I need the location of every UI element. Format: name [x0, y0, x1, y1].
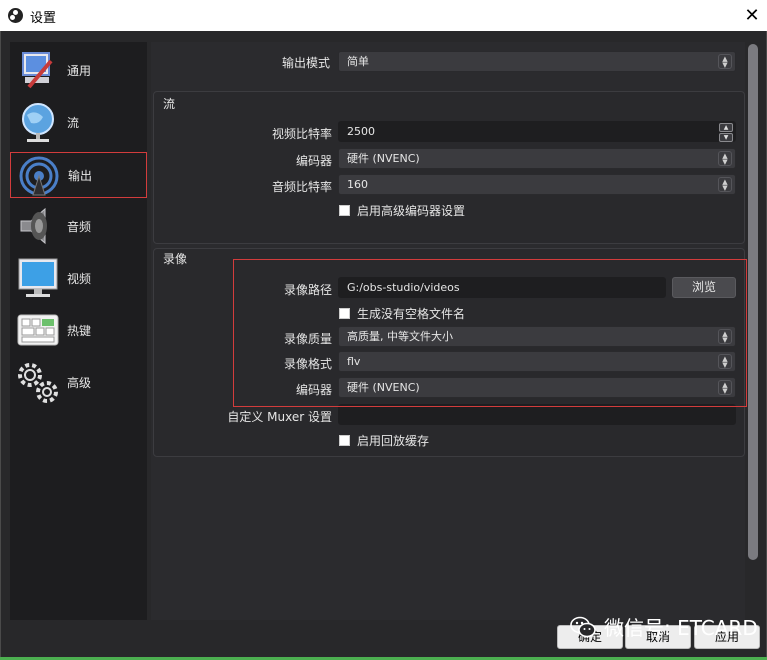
- window-title: 设置: [30, 11, 57, 26]
- video-bitrate-value: 2500: [347, 125, 375, 138]
- ok-button[interactable]: 确定: [557, 625, 623, 649]
- sidebar-item-audio[interactable]: 音频: [10, 203, 147, 249]
- chevron-updown-icon: ▲ ▼: [718, 177, 732, 192]
- recording-format-value: flv: [347, 355, 361, 368]
- recording-encoder-label: 编码器: [295, 383, 332, 397]
- stream-encoder-value: 硬件 (NVENC): [347, 152, 420, 165]
- checkbox-box[interactable]: [339, 308, 350, 319]
- settings-sidebar: 通用 流 输出 音频 视频 热键 高级: [10, 42, 147, 620]
- cancel-button[interactable]: 取消: [625, 625, 691, 649]
- recording-path-label: 录像路径: [283, 283, 332, 297]
- recording-quality-value: 高质量, 中等文件大小: [347, 330, 453, 343]
- replay-buffer-checkbox-label: 启用回放缓存: [357, 434, 430, 448]
- replay-buffer-checkbox[interactable]: 启用回放缓存: [339, 432, 429, 449]
- custom-muxer-label: 自定义 Muxer 设置: [227, 410, 332, 424]
- title-bar: 设置 ✕: [0, 0, 767, 31]
- spin-up-icon[interactable]: ▲: [719, 123, 733, 132]
- advanced-encoder-checkbox[interactable]: 启用高级编码器设置: [339, 202, 465, 219]
- output-mode-select[interactable]: 简单 ▲ ▼: [338, 51, 736, 72]
- checkbox-box[interactable]: [339, 205, 350, 216]
- video-monitor-icon: [18, 258, 58, 297]
- sidebar-item-advanced[interactable]: 高级: [10, 359, 147, 405]
- audio-bitrate-value: 160: [347, 178, 368, 191]
- chevron-updown-icon: ▲ ▼: [718, 380, 732, 395]
- close-button[interactable]: ✕: [737, 0, 767, 31]
- sidebar-item-label: 输出: [68, 168, 93, 183]
- recording-quality-select[interactable]: 高质量, 中等文件大小 ▲ ▼: [338, 326, 736, 347]
- sidebar-item-general[interactable]: 通用: [10, 47, 147, 93]
- chevron-updown-icon: ▲ ▼: [718, 329, 732, 344]
- hotkeys-keyboard-icon: [17, 314, 59, 346]
- chevron-updown-icon: ▲ ▼: [718, 151, 732, 166]
- close-icon: ✕: [744, 5, 760, 26]
- sidebar-item-stream[interactable]: 流: [10, 99, 147, 145]
- obs-logo-icon: [8, 8, 23, 23]
- stream-globe-icon: [22, 103, 54, 142]
- recording-encoder-select[interactable]: 硬件 (NVENC) ▲ ▼: [338, 377, 736, 398]
- settings-scrollbar[interactable]: [748, 44, 758, 560]
- sidebar-item-label: 视频: [67, 271, 92, 286]
- spin-down-icon[interactable]: ▼: [719, 133, 733, 142]
- output-mode-value: 简单: [347, 55, 369, 68]
- output-mode-label: 输出模式: [281, 56, 330, 70]
- sidebar-item-output[interactable]: 输出: [10, 152, 147, 198]
- recording-path-input[interactable]: G:/obs-studio/videos: [338, 277, 666, 298]
- scrollbar-thumb[interactable]: [748, 44, 758, 560]
- stream-encoder-select[interactable]: 硬件 (NVENC) ▲ ▼: [338, 148, 736, 169]
- general-icon: [22, 52, 53, 89]
- recording-group-title: 录像: [163, 252, 188, 266]
- custom-muxer-input[interactable]: [338, 404, 736, 425]
- stream-encoder-label: 编码器: [295, 154, 332, 168]
- checkbox-box[interactable]: [339, 435, 350, 446]
- sidebar-item-video[interactable]: 视频: [10, 255, 147, 301]
- sidebar-item-label: 高级: [67, 375, 92, 390]
- audio-bitrate-label: 音频比特率: [271, 180, 332, 194]
- sidebar-item-label: 音频: [67, 219, 92, 234]
- recording-path-value: G:/obs-studio/videos: [347, 281, 460, 294]
- advanced-gears-icon: [18, 363, 58, 403]
- advanced-encoder-checkbox-label: 启用高级编码器设置: [357, 204, 466, 218]
- video-bitrate-label: 视频比特率: [271, 127, 332, 141]
- sidebar-item-label: 热键: [67, 323, 92, 338]
- chevron-updown-icon: ▲ ▼: [718, 354, 732, 369]
- audio-bitrate-select[interactable]: 160 ▲ ▼: [338, 174, 736, 195]
- no-space-filename-checkbox[interactable]: 生成没有空格文件名: [339, 305, 465, 322]
- sidebar-item-label: 通用: [67, 63, 92, 78]
- spin-arrows[interactable]: ▲ ▼: [719, 122, 734, 142]
- audio-speaker-icon: [20, 207, 47, 245]
- no-space-filename-checkbox-label: 生成没有空格文件名: [357, 307, 466, 321]
- recording-quality-label: 录像质量: [283, 332, 332, 346]
- chevron-updown-icon: ▲ ▼: [718, 54, 732, 69]
- apply-button[interactable]: 应用: [694, 625, 760, 649]
- sidebar-item-hotkeys[interactable]: 热键: [10, 307, 147, 353]
- recording-encoder-value: 硬件 (NVENC): [347, 381, 420, 394]
- stream-group-title: 流: [163, 97, 176, 111]
- browse-button[interactable]: 浏览: [672, 277, 736, 298]
- video-bitrate-spinbox[interactable]: 2500 ▲ ▼: [338, 121, 736, 142]
- recording-format-select[interactable]: flv ▲ ▼: [338, 351, 736, 372]
- recording-format-label: 录像格式: [283, 357, 332, 371]
- sidebar-item-label: 流: [67, 115, 80, 130]
- output-broadcast-icon: [19, 156, 59, 196]
